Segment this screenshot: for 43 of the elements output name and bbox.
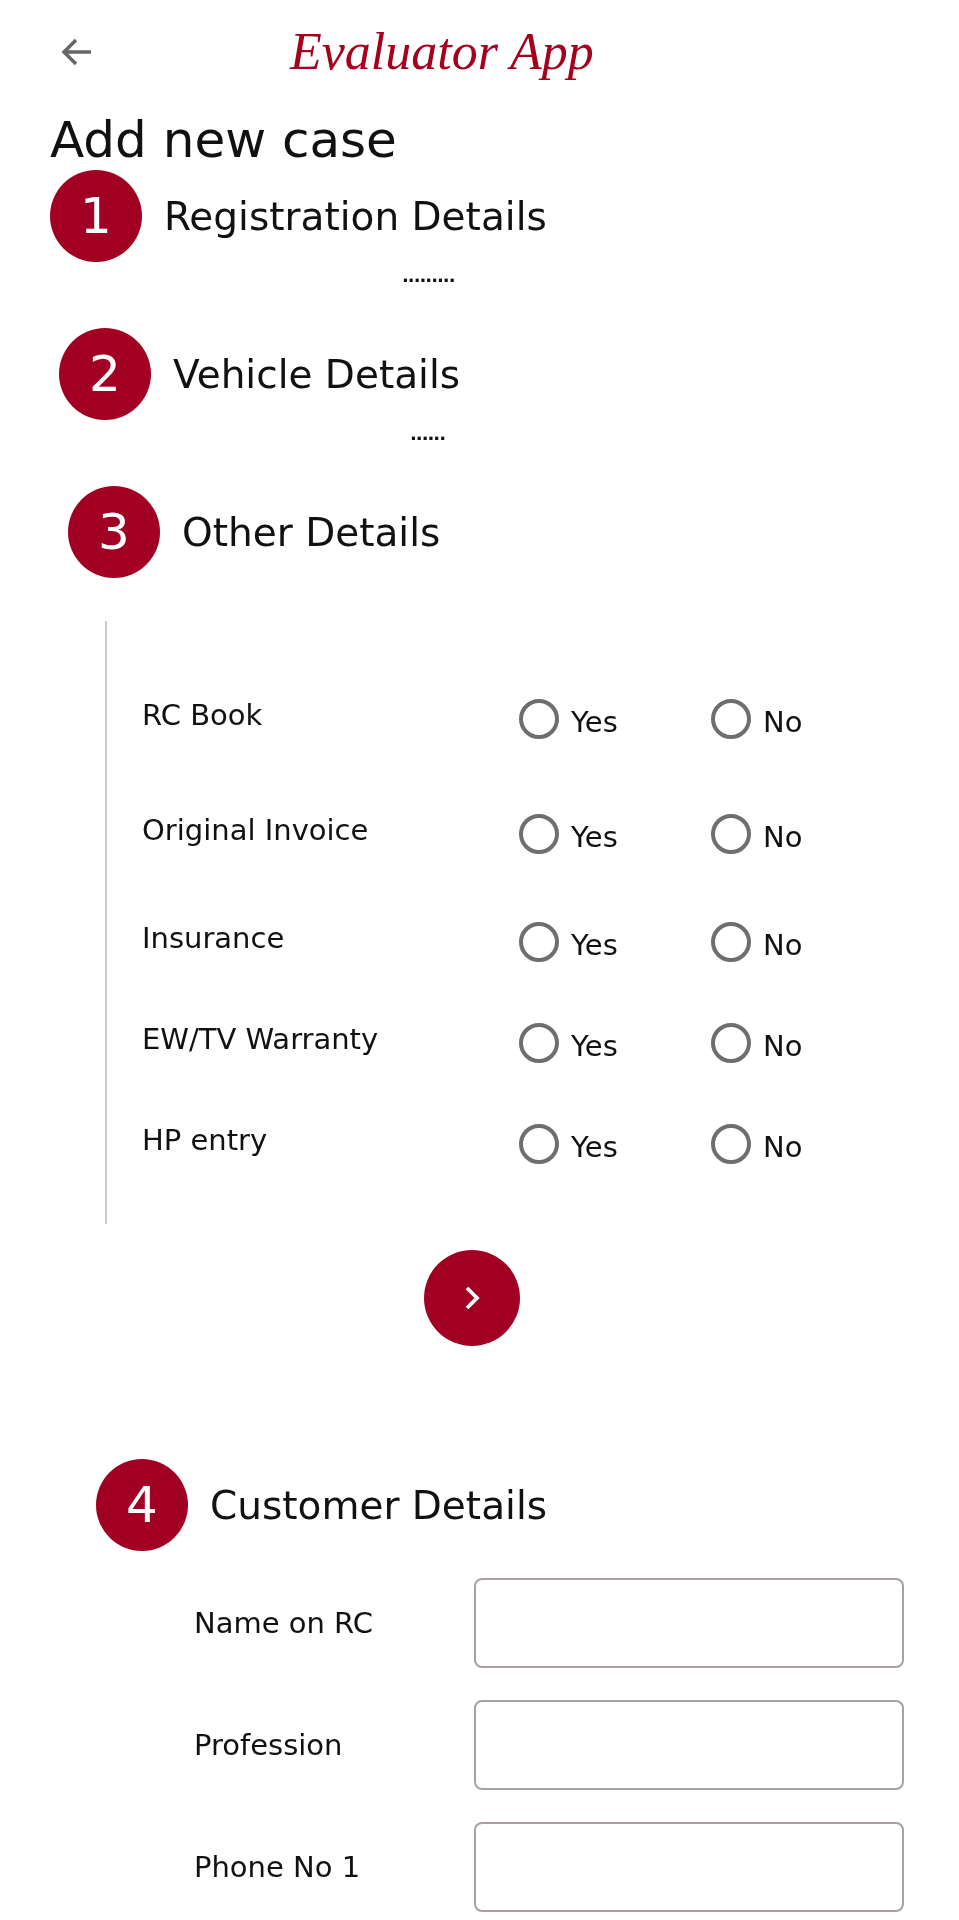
radio-button[interactable] xyxy=(519,921,559,962)
step-title[interactable]: Vehicle Details xyxy=(173,351,461,397)
option-label: Yes xyxy=(571,927,618,962)
input-field[interactable] xyxy=(474,1578,904,1668)
question-label: RC Book xyxy=(141,697,264,732)
question-label: HP entry xyxy=(141,1122,269,1157)
app-title: Evaluator App xyxy=(290,22,594,81)
option-label: No xyxy=(763,1028,803,1063)
step-connector: ...... xyxy=(410,424,446,444)
field-label: Name on RC xyxy=(193,1606,375,1640)
radio-button[interactable] xyxy=(711,1022,751,1063)
field-label: Phone No 1 xyxy=(193,1850,362,1884)
question-label: EW/TV Warranty xyxy=(141,1021,380,1056)
radio-button[interactable] xyxy=(519,1123,559,1164)
step-number: 4 xyxy=(96,1459,188,1551)
option-label: Yes xyxy=(571,1129,618,1164)
option-label: Yes xyxy=(571,704,618,739)
radio-button[interactable] xyxy=(711,1123,751,1164)
option-label: No xyxy=(763,704,803,739)
step-title[interactable]: Customer Details xyxy=(210,1482,548,1528)
question-label: Original Invoice xyxy=(141,812,370,847)
step-number: 2 xyxy=(59,328,151,420)
option-label: No xyxy=(763,819,803,854)
option-label: Yes xyxy=(571,1028,618,1063)
radio-button[interactable] xyxy=(711,921,751,962)
input-field[interactable] xyxy=(474,1822,904,1912)
option-label: Yes xyxy=(571,819,618,854)
radio-button[interactable] xyxy=(519,813,559,854)
step-number: 1 xyxy=(50,170,142,262)
step-number: 3 xyxy=(68,486,160,578)
radio-button[interactable] xyxy=(519,698,559,739)
option-label: No xyxy=(763,927,803,962)
radio-button[interactable] xyxy=(711,698,751,739)
step-title[interactable]: Registration Details xyxy=(164,193,547,239)
field-label: Profession xyxy=(193,1728,344,1762)
step-connector: ......... xyxy=(402,266,455,286)
input-field[interactable] xyxy=(474,1700,904,1790)
option-label: No xyxy=(763,1129,803,1164)
radio-button[interactable] xyxy=(711,813,751,854)
radio-button[interactable] xyxy=(519,1022,559,1063)
question-label: Insurance xyxy=(141,920,286,955)
step-title[interactable]: Other Details xyxy=(182,509,441,555)
page-title: Add new case xyxy=(50,110,398,170)
